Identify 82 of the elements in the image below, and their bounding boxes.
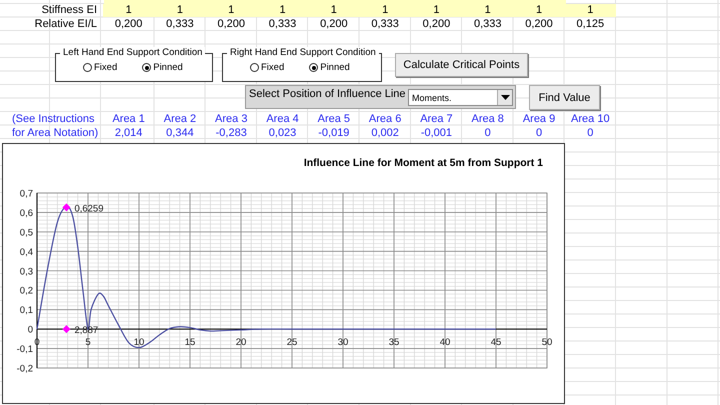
group-title: Left Hand End Support Condition bbox=[60, 47, 206, 58]
area-header: Area 10 bbox=[570, 113, 611, 126]
radio-option[interactable]: Pinned bbox=[309, 62, 350, 73]
area-value: 0 bbox=[484, 126, 492, 139]
y-tick-label: 0,3 bbox=[20, 266, 33, 278]
area-header: Area 7 bbox=[419, 113, 454, 126]
calculate-button[interactable]: Calculate Critical Points bbox=[395, 53, 528, 77]
area-header: Area 5 bbox=[316, 113, 352, 126]
area-header: Area 1 bbox=[111, 113, 146, 126]
y-tick-label: 0,4 bbox=[20, 246, 33, 258]
x-tick-label: 30 bbox=[338, 337, 348, 348]
radio-option[interactable]: Fixed bbox=[83, 62, 118, 73]
table-cell: 1 bbox=[308, 4, 360, 16]
area-value: -0,019 bbox=[317, 126, 350, 139]
table-cell: 1 bbox=[462, 4, 514, 16]
selector-label: Select Position of Influence Line bbox=[248, 87, 407, 100]
radio-option[interactable]: Fixed bbox=[250, 62, 284, 73]
row-label: Stiffness EI bbox=[40, 4, 98, 18]
y-tick-label: 0,1 bbox=[20, 305, 33, 316]
area-header: Area 3 bbox=[214, 113, 248, 126]
table-cell-text: 0,200 bbox=[524, 18, 554, 30]
table-cell: 1 bbox=[359, 4, 411, 16]
x-tick-label: 35 bbox=[388, 337, 400, 348]
table-cell-text: 0,200 bbox=[216, 18, 246, 30]
radio-icon[interactable] bbox=[142, 63, 152, 72]
table-cell-text: 0,333 bbox=[268, 18, 298, 30]
instructions-note: for Area Notation) bbox=[11, 126, 100, 140]
radio-icon[interactable] bbox=[83, 63, 92, 72]
table-cell-text: 0,333 bbox=[472, 18, 502, 30]
x-tick-label: 40 bbox=[440, 337, 450, 348]
table-cell: 1 bbox=[154, 4, 206, 16]
area-header: Area 9 bbox=[522, 113, 556, 126]
radio-icon[interactable] bbox=[309, 63, 318, 72]
area-value: -0,001 bbox=[420, 126, 454, 139]
area-value: 2,014 bbox=[114, 126, 144, 139]
area-value: 0,023 bbox=[268, 126, 298, 139]
find-value-button[interactable]: Find Value bbox=[529, 85, 600, 110]
area-header: Area 6 bbox=[368, 113, 402, 126]
x-tick-label: 45 bbox=[490, 337, 502, 348]
table-cell-text: 0,200 bbox=[114, 18, 144, 30]
x-tick-label: 20 bbox=[236, 337, 246, 348]
y-tick-label: 0,6 bbox=[20, 208, 33, 219]
table-cell: 1 bbox=[564, 4, 616, 16]
radio-icon[interactable] bbox=[250, 63, 259, 72]
x-tick-label: 15 bbox=[184, 337, 196, 348]
x-tick-label: 50 bbox=[542, 337, 552, 348]
position-dropdown[interactable]: Moments. bbox=[408, 89, 513, 106]
table-cell: 1 bbox=[256, 4, 308, 16]
chart-title: Influence Line for Moment at 5m from Support 1 bbox=[304, 157, 543, 169]
table-cell-text: 0,333 bbox=[370, 18, 400, 30]
y-tick-label: -0,2 bbox=[16, 364, 33, 374]
instructions-note: (See Instructions bbox=[11, 113, 96, 126]
x-tick-label: 10 bbox=[134, 337, 144, 348]
table-cell-text: 0,333 bbox=[165, 18, 195, 30]
point-label: 0,6259 bbox=[74, 203, 104, 214]
x-tick-label: 25 bbox=[286, 337, 298, 348]
point-marker bbox=[62, 325, 70, 334]
table-cell-text: 0,125 bbox=[576, 18, 606, 30]
y-tick-label: 0 bbox=[28, 324, 33, 336]
area-value: 0 bbox=[534, 126, 544, 139]
table-cell-text: 0,200 bbox=[422, 18, 452, 30]
radio-option[interactable]: Pinned bbox=[142, 62, 183, 73]
table-cell: 1 bbox=[513, 4, 565, 16]
area-value: -0,283 bbox=[214, 126, 248, 139]
y-tick-label: 0,2 bbox=[20, 286, 33, 297]
area-value: 0,344 bbox=[165, 126, 195, 139]
area-header: Area 8 bbox=[470, 113, 505, 126]
point-marker bbox=[62, 203, 70, 212]
x-tick-label: 5 bbox=[85, 337, 91, 348]
table-cell-text: 0,200 bbox=[319, 18, 349, 30]
area-value: 0 bbox=[586, 126, 594, 139]
table-cell: 1 bbox=[103, 4, 154, 16]
area-header: Area 2 bbox=[162, 113, 198, 126]
y-tick-label: 0,5 bbox=[20, 227, 33, 238]
table-cell: 1 bbox=[206, 4, 257, 16]
table-cell: 1 bbox=[410, 4, 462, 16]
y-tick-label: 0,7 bbox=[20, 188, 33, 200]
area-value: 0,002 bbox=[370, 126, 400, 139]
row-label: Relative EI/L bbox=[34, 18, 98, 31]
y-tick-label: -0,1 bbox=[16, 344, 33, 356]
area-header: Area 4 bbox=[265, 113, 300, 126]
group-title: Right Hand End Support Condition bbox=[227, 47, 379, 58]
